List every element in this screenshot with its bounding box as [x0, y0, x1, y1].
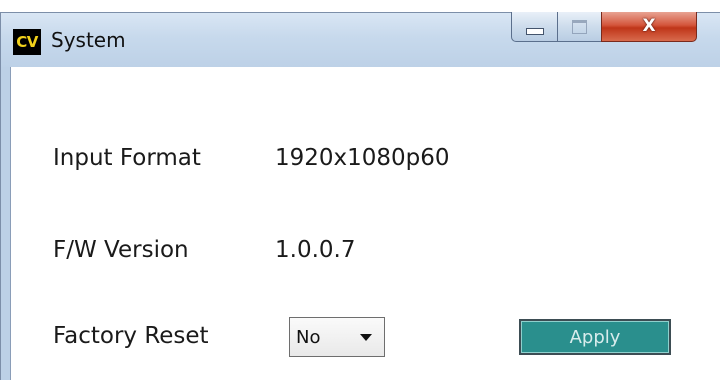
- factory-reset-selected: No: [296, 326, 321, 348]
- apply-button[interactable]: Apply: [519, 319, 671, 355]
- factory-reset-dropdown[interactable]: No: [289, 317, 385, 357]
- input-format-value: 1920x1080p60: [275, 145, 450, 171]
- minimize-icon: [525, 28, 544, 35]
- window-title: System: [51, 28, 126, 52]
- client-area: Input Format 1920x1080p60 F/W Version 1.…: [10, 67, 720, 380]
- maximize-icon: [572, 19, 587, 34]
- maximize-button[interactable]: [557, 12, 601, 42]
- system-window: CV System X Input Format 1920x1080p60 F/…: [0, 12, 720, 380]
- factory-reset-label: Factory Reset: [53, 323, 209, 349]
- fw-version-label: F/W Version: [53, 237, 189, 263]
- close-icon: X: [642, 16, 656, 36]
- caption-buttons: X: [511, 12, 697, 44]
- input-format-label: Input Format: [53, 145, 201, 171]
- cv-app-icon[interactable]: CV: [13, 29, 41, 55]
- app-icon-text: CV: [16, 32, 38, 51]
- close-button[interactable]: X: [601, 12, 697, 42]
- fw-version-value: 1.0.0.7: [275, 237, 356, 263]
- minimize-button[interactable]: [511, 12, 557, 42]
- chevron-down-icon: [360, 333, 372, 341]
- title-bar[interactable]: CV System X: [1, 12, 720, 67]
